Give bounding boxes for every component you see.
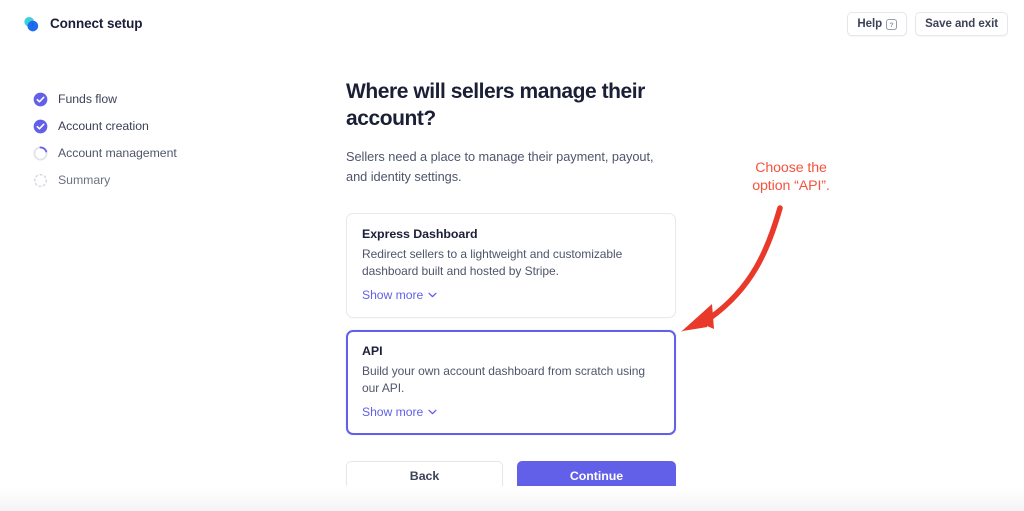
option-card-api[interactable]: API Build your own account dashboard fro… bbox=[346, 329, 676, 435]
check-circle-icon bbox=[33, 92, 48, 106]
annotation-callout: Choose the option “API”. bbox=[716, 159, 866, 195]
option-title: Express Dashboard bbox=[362, 227, 478, 241]
show-more-label: Show more bbox=[362, 404, 424, 419]
option-title: API bbox=[362, 343, 383, 358]
save-and-exit-label: Save and exit bbox=[925, 18, 998, 30]
option-description: Build your own account dashboard from sc… bbox=[362, 363, 645, 395]
main-content: Where will sellers manage their account?… bbox=[346, 78, 676, 491]
connect-setup-page: Connect setup Help ? Save and exit Funds… bbox=[0, 0, 1024, 511]
question-mark-icon: ? bbox=[886, 18, 898, 30]
check-circle-icon bbox=[33, 119, 48, 133]
chevron-down-icon bbox=[428, 292, 437, 298]
sidebar-item-funds-flow[interactable]: Funds flow bbox=[33, 90, 263, 108]
dotted-circle-icon bbox=[33, 173, 48, 187]
sidebar-item-summary[interactable]: Summary bbox=[33, 171, 263, 189]
sidebar-item-label: Account management bbox=[58, 145, 177, 160]
setup-steps-nav: Funds flow Account creation Account mana… bbox=[33, 90, 263, 189]
spinner-circle-icon bbox=[33, 145, 48, 161]
sidebar-item-account-creation[interactable]: Account creation bbox=[33, 117, 263, 135]
sidebar-item-label: Summary bbox=[58, 172, 111, 187]
app-header: Connect setup Help ? Save and exit bbox=[0, 0, 1024, 48]
annotation-text: Choose the option “API”. bbox=[752, 160, 830, 194]
help-button-label: Help bbox=[857, 18, 883, 30]
help-button[interactable]: Help ? bbox=[847, 12, 908, 36]
option-card-express-dashboard[interactable]: Express Dashboard Redirect sellers to a … bbox=[346, 213, 676, 318]
show-more-toggle[interactable]: Show more bbox=[362, 406, 437, 418]
bottom-gradient-band bbox=[0, 486, 1024, 511]
option-description: Redirect sellers to a lightweight and cu… bbox=[362, 246, 623, 278]
page-subtitle: Sellers need a place to manage their pay… bbox=[346, 149, 654, 184]
option-list: Express Dashboard Redirect sellers to a … bbox=[346, 213, 676, 435]
show-more-toggle[interactable]: Show more bbox=[362, 289, 437, 301]
app-title: Connect setup bbox=[50, 16, 143, 32]
page-title: Where will sellers manage their account? bbox=[346, 80, 645, 130]
header-actions: Help ? Save and exit bbox=[847, 12, 1008, 36]
sidebar-item-label: Account creation bbox=[58, 118, 149, 133]
chevron-down-icon bbox=[428, 409, 437, 415]
stripe-connect-logo-icon bbox=[24, 16, 39, 31]
show-more-label: Show more bbox=[362, 287, 424, 302]
svg-text:?: ? bbox=[890, 21, 894, 28]
save-and-exit-button[interactable]: Save and exit bbox=[915, 12, 1008, 36]
curved-arrow-icon bbox=[681, 205, 783, 332]
brand: Connect setup bbox=[22, 15, 143, 34]
sidebar-item-label: Funds flow bbox=[58, 91, 117, 106]
sidebar-item-account-management[interactable]: Account management bbox=[33, 144, 263, 162]
